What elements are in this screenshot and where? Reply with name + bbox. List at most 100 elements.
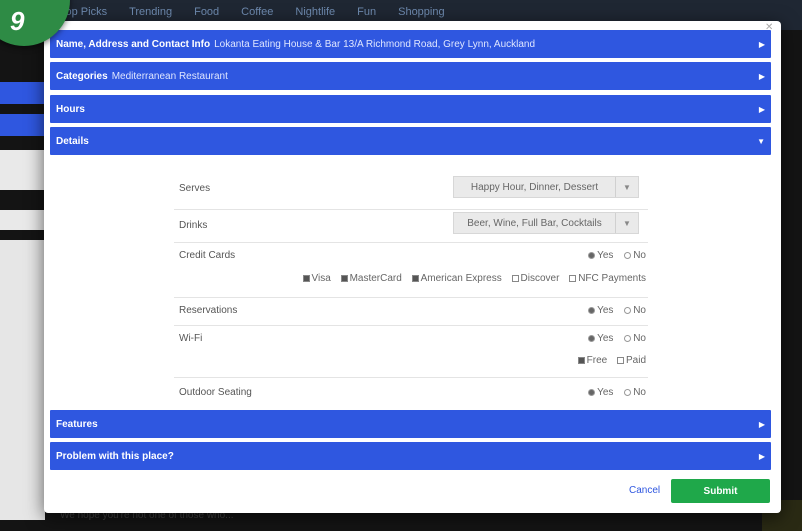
details-panel: Serves Happy Hour, Dinner, Dessert ▼ Dri… bbox=[50, 170, 771, 408]
reservations-radio-group: Yes No bbox=[580, 305, 646, 317]
credit-cards-radio-group: Yes No bbox=[580, 250, 646, 262]
serves-row: Serves Happy Hour, Dinner, Dessert ▼ bbox=[174, 170, 648, 210]
bg-nav-item: Trending bbox=[129, 6, 173, 18]
reservations-yes-radio[interactable]: Yes bbox=[588, 305, 613, 316]
checkbox-box bbox=[569, 275, 577, 282]
caret-down-icon: ▼ bbox=[615, 213, 638, 233]
chevron-right-icon: ▶ bbox=[758, 451, 765, 461]
credit-cards-label: Credit Cards bbox=[179, 250, 236, 261]
background-left-bar bbox=[0, 82, 45, 104]
radio-dot bbox=[588, 307, 596, 314]
radio-label: Yes bbox=[597, 333, 614, 344]
bg-nav-item: Nightlife bbox=[295, 6, 336, 18]
radio-label: No bbox=[633, 387, 646, 398]
radio-label: Yes bbox=[597, 387, 614, 398]
background-left-strip bbox=[0, 240, 45, 520]
checkbox-box bbox=[411, 275, 419, 282]
radio-dot bbox=[588, 389, 596, 396]
edit-place-modal: ✕ Name, Address and Contact Info Lokanta… bbox=[44, 21, 781, 513]
accordion-title: Name, Address and Contact Info bbox=[56, 38, 211, 50]
radio-dot bbox=[588, 252, 596, 259]
serves-label: Serves bbox=[179, 183, 211, 194]
bg-nav-item: Coffee bbox=[241, 6, 274, 18]
accordion-title: Details bbox=[56, 135, 89, 147]
american-express-checkbox[interactable]: American Express bbox=[411, 273, 502, 284]
checkbox-label: American Express bbox=[420, 273, 502, 284]
accordion-categories[interactable]: Categories Mediterranean Restaurant ▶ bbox=[50, 62, 771, 90]
reservations-label: Reservations bbox=[179, 305, 238, 316]
reservations-no-radio[interactable]: No bbox=[624, 305, 646, 316]
chevron-right-icon: ▶ bbox=[758, 419, 765, 429]
drinks-label: Drinks bbox=[179, 220, 208, 231]
nfc-payments-checkbox[interactable]: NFC Payments bbox=[569, 273, 646, 284]
checkbox-label: MasterCard bbox=[349, 273, 402, 284]
checkbox-box bbox=[340, 275, 348, 282]
bg-nav-item: Fun bbox=[357, 6, 377, 18]
accordion-problem[interactable]: Problem with this place? ▶ bbox=[50, 442, 771, 470]
checkbox-box bbox=[302, 275, 310, 282]
credit-cards-checkbox-group: Visa MasterCard American Express Discove… bbox=[296, 273, 646, 285]
chevron-right-icon: ▶ bbox=[758, 71, 765, 81]
wifi-paid-checkbox[interactable]: Paid bbox=[616, 355, 646, 366]
outdoor-seating-yes-radio[interactable]: Yes bbox=[588, 387, 613, 398]
wifi-checkbox-group: Free Paid bbox=[571, 355, 646, 367]
background-left-bar bbox=[0, 114, 45, 136]
radio-dot bbox=[624, 252, 632, 259]
chevron-right-icon: ▶ bbox=[758, 104, 765, 114]
accordion-title: Problem with this place? bbox=[56, 450, 174, 462]
accordion-features[interactable]: Features ▶ bbox=[50, 410, 771, 438]
drinks-row: Drinks Beer, Wine, Full Bar, Cocktails ▼ bbox=[174, 209, 648, 243]
accordion-name-address[interactable]: Name, Address and Contact Info Lokanta E… bbox=[50, 30, 771, 58]
radio-label: No bbox=[633, 333, 646, 344]
discover-checkbox[interactable]: Discover bbox=[511, 273, 560, 284]
submit-button[interactable]: Submit bbox=[671, 479, 770, 503]
drinks-select[interactable]: Beer, Wine, Full Bar, Cocktails ▼ bbox=[453, 212, 639, 234]
checkbox-box bbox=[511, 275, 519, 282]
outdoor-seating-row: Outdoor Seating Yes No bbox=[174, 377, 648, 407]
outdoor-seating-label: Outdoor Seating bbox=[179, 387, 252, 398]
wifi-no-radio[interactable]: No bbox=[624, 333, 646, 344]
background-left-panel bbox=[0, 150, 45, 190]
radio-label: No bbox=[633, 250, 646, 261]
background-left-panel bbox=[0, 210, 45, 230]
accordion-title: Features bbox=[56, 418, 98, 430]
chevron-right-icon: ▶ bbox=[758, 39, 765, 49]
radio-dot bbox=[588, 335, 596, 342]
wifi-yes-radio[interactable]: Yes bbox=[588, 333, 613, 344]
radio-dot bbox=[624, 335, 632, 342]
accordion-hours[interactable]: Hours ▶ bbox=[50, 95, 771, 123]
drinks-value: Beer, Wine, Full Bar, Cocktails bbox=[467, 217, 602, 229]
step-number: 9 bbox=[10, 6, 25, 36]
credit-cards-yes-radio[interactable]: Yes bbox=[588, 250, 613, 261]
wifi-row: Wi-Fi Yes No Free Paid bbox=[174, 325, 648, 378]
serves-value: Happy Hour, Dinner, Dessert bbox=[470, 181, 599, 193]
radio-dot bbox=[624, 389, 632, 396]
bg-nav-item: Food bbox=[194, 6, 220, 18]
wifi-free-checkbox[interactable]: Free bbox=[577, 355, 608, 366]
chevron-down-icon: ▼ bbox=[757, 136, 765, 146]
checkbox-box bbox=[577, 357, 585, 364]
serves-select[interactable]: Happy Hour, Dinner, Dessert ▼ bbox=[453, 176, 639, 198]
reservations-row: Reservations Yes No bbox=[174, 297, 648, 326]
accordion-details[interactable]: Details ▼ bbox=[50, 127, 771, 155]
checkbox-label: NFC Payments bbox=[578, 273, 646, 284]
wifi-label: Wi-Fi bbox=[179, 333, 203, 344]
accordion-subtitle: Mediterranean Restaurant bbox=[111, 70, 228, 82]
checkbox-label: Visa bbox=[311, 273, 331, 284]
cancel-link[interactable]: Cancel bbox=[629, 485, 660, 496]
accordion-title: Hours bbox=[56, 103, 85, 115]
checkbox-box bbox=[616, 357, 624, 364]
visa-checkbox[interactable]: Visa bbox=[302, 273, 331, 284]
radio-label: Yes bbox=[597, 250, 614, 261]
credit-cards-row: Credit Cards Yes No Visa MasterCard Amer… bbox=[174, 242, 648, 298]
bg-nav-item: Shopping bbox=[398, 6, 445, 18]
radio-dot bbox=[624, 307, 632, 314]
credit-cards-no-radio[interactable]: No bbox=[624, 250, 646, 261]
outdoor-seating-no-radio[interactable]: No bbox=[624, 387, 646, 398]
checkbox-label: Free bbox=[586, 355, 608, 366]
checkbox-label: Discover bbox=[520, 273, 560, 284]
checkbox-label: Paid bbox=[625, 355, 646, 366]
outdoor-seating-radio-group: Yes No bbox=[580, 387, 646, 399]
mastercard-checkbox[interactable]: MasterCard bbox=[340, 273, 402, 284]
wifi-radio-group: Yes No bbox=[580, 333, 646, 345]
